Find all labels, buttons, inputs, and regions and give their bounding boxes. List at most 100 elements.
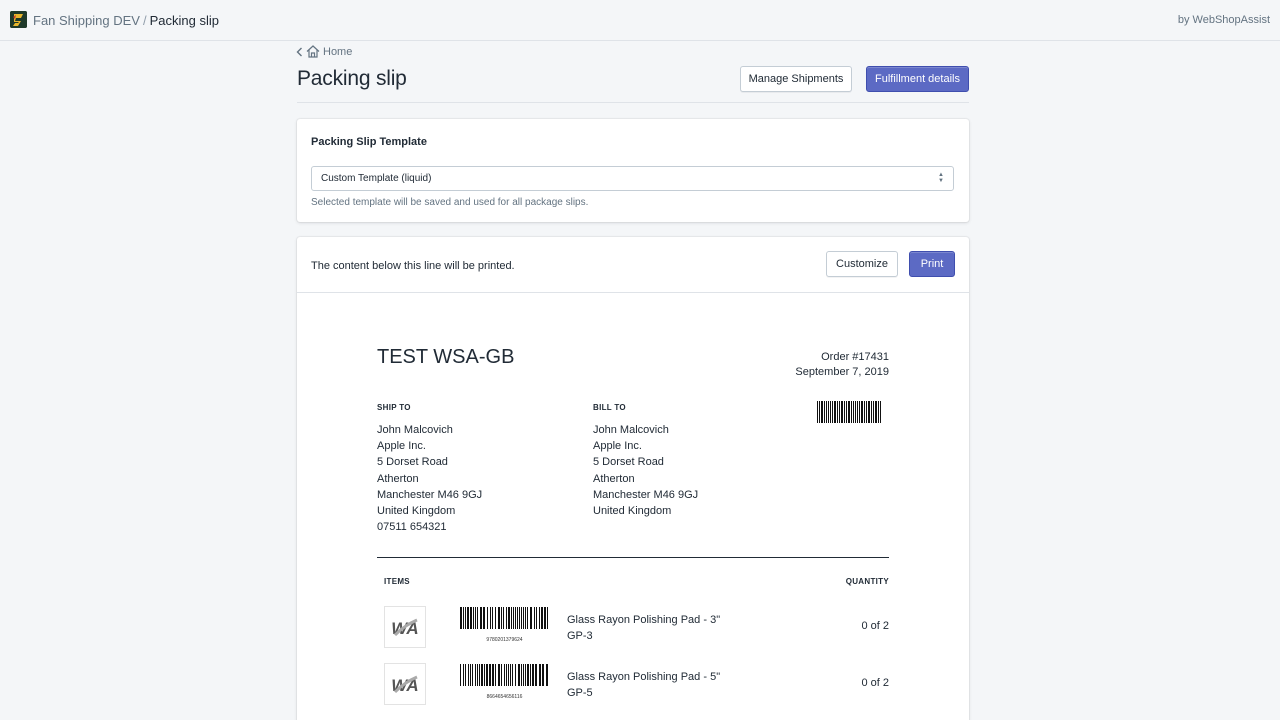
barcode-bar xyxy=(503,607,504,629)
barcode-bar xyxy=(527,607,528,629)
items-column-header: ITEMS xyxy=(384,577,410,586)
barcode-bar xyxy=(821,401,823,423)
barcode-bar xyxy=(463,664,464,686)
item-name: Glass Rayon Polishing Pad - 3" xyxy=(567,614,721,626)
barcode-bar xyxy=(851,401,852,423)
item-barcode-number: 8664654656116 xyxy=(486,694,523,700)
barcode-bar xyxy=(501,664,502,686)
barcode-bar xyxy=(837,401,838,423)
barcode-bar xyxy=(486,664,488,686)
barcode-bar xyxy=(536,607,537,629)
quantity-column-header: QUANTITY xyxy=(845,577,889,586)
print-card: The content below this line will be prin… xyxy=(297,237,969,720)
barcode-bar xyxy=(513,607,514,629)
manage-shipments-button[interactable]: Manage Shipments xyxy=(740,66,852,92)
barcode-bar xyxy=(475,607,476,629)
barcode-bar xyxy=(481,664,483,686)
barcode-bar xyxy=(504,664,505,686)
barcode-bar xyxy=(490,607,491,629)
barcode-bar xyxy=(508,607,510,629)
barcode-bar xyxy=(506,664,507,686)
address-line: 5 Dorset Road xyxy=(377,456,448,469)
chevron-left-icon xyxy=(296,47,302,56)
barcode-bar xyxy=(480,607,482,629)
barcode-bar xyxy=(472,664,473,686)
barcode-bar xyxy=(519,607,520,629)
item-sku: GP-5 xyxy=(567,687,593,699)
barcode-bar xyxy=(511,607,512,629)
barcode-bar xyxy=(468,664,469,686)
barcode-bar xyxy=(859,401,860,423)
fulfillment-details-button[interactable]: Fulfillment details xyxy=(866,66,969,92)
barcode-bar xyxy=(546,664,548,686)
barcode-bar xyxy=(544,607,546,629)
barcode-bar xyxy=(483,607,485,629)
barcode-bar xyxy=(539,607,540,629)
barcode-bar xyxy=(492,664,494,686)
barcode-bar xyxy=(521,607,522,629)
address-line: Apple Inc. xyxy=(593,440,642,453)
barcode-bar xyxy=(875,401,877,423)
barcode-bar xyxy=(518,664,520,686)
packing-slip-preview: TEST WSA-GB Order #17431 September 7, 20… xyxy=(297,293,969,720)
barcode-bar xyxy=(525,664,526,686)
barcode-bar xyxy=(510,664,511,686)
item-quantity: 0 of 2 xyxy=(861,620,889,632)
barcode-bar xyxy=(878,401,879,423)
barcode-bar xyxy=(467,607,469,629)
template-help-text: Selected template will be saved and used… xyxy=(311,197,589,208)
barcode-bar xyxy=(857,401,858,423)
barcode-bar xyxy=(535,664,537,686)
address-line: Manchester M46 9GJ xyxy=(377,488,483,501)
barcode-bar xyxy=(512,664,513,686)
template-card: Packing Slip Template Custom Template (l… xyxy=(297,119,969,222)
item-name: Glass Rayon Polishing Pad - 5" xyxy=(567,671,721,683)
barcode-bar xyxy=(542,664,544,686)
app-logo-icon[interactable] xyxy=(10,11,27,28)
barcode-bar xyxy=(470,607,472,629)
template-select[interactable]: Custom Template (liquid) ▲ ▼ xyxy=(311,166,954,191)
product-thumbnail: WA xyxy=(384,606,426,648)
barcode-bar xyxy=(460,607,462,629)
barcode-bar xyxy=(871,401,872,423)
order-barcode-icon xyxy=(817,401,881,423)
order-number: Order #17431 xyxy=(821,351,889,363)
barcode-bar xyxy=(532,664,534,686)
barcode-bar xyxy=(530,664,531,686)
app-name-link[interactable]: Fan Shipping DEV xyxy=(33,13,140,28)
print-notice: The content below this line will be prin… xyxy=(311,260,515,272)
item-details: Glass Rayon Polishing Pad - 5" GP-5 xyxy=(567,669,720,701)
barcode-bar xyxy=(527,664,529,686)
barcode-bar xyxy=(530,607,532,629)
print-button[interactable]: Print xyxy=(909,251,955,277)
barcode-bar xyxy=(861,401,863,423)
barcode-bar xyxy=(477,607,478,629)
product-thumbnail: WA xyxy=(384,663,426,705)
item-barcode-number: 9780201379624 xyxy=(486,637,523,643)
address-line: Atherton xyxy=(593,472,635,485)
barcode-bar xyxy=(492,607,493,629)
barcode-bar xyxy=(517,607,518,629)
barcode-bar xyxy=(465,607,466,629)
barcode-bar xyxy=(470,664,471,686)
address-line: 07511 654321 xyxy=(377,521,447,534)
barcode-bar xyxy=(841,401,843,423)
template-heading: Packing Slip Template xyxy=(311,136,427,148)
order-info: Order #17431 September 7, 2019 xyxy=(795,350,889,380)
ship-to-label: SHIP TO xyxy=(377,403,411,412)
item-sku: GP-3 xyxy=(567,630,593,642)
barcode-icon xyxy=(460,607,548,629)
barcode-bar xyxy=(828,401,829,423)
back-link[interactable]: Home xyxy=(296,45,352,58)
bill-to-label: BILL TO xyxy=(593,403,626,412)
barcode-bar xyxy=(547,607,548,629)
back-link-label[interactable]: Home xyxy=(323,46,352,58)
barcode-bar xyxy=(844,401,845,423)
customize-button[interactable]: Customize xyxy=(826,251,898,277)
barcode-bar xyxy=(846,401,847,423)
vendor-label: by WebShopAssist xyxy=(1177,14,1270,26)
barcode-bar xyxy=(873,401,874,423)
barcode-bar xyxy=(475,664,476,686)
barcode-bar xyxy=(834,401,836,423)
address-line: John Malcovich xyxy=(377,424,453,436)
